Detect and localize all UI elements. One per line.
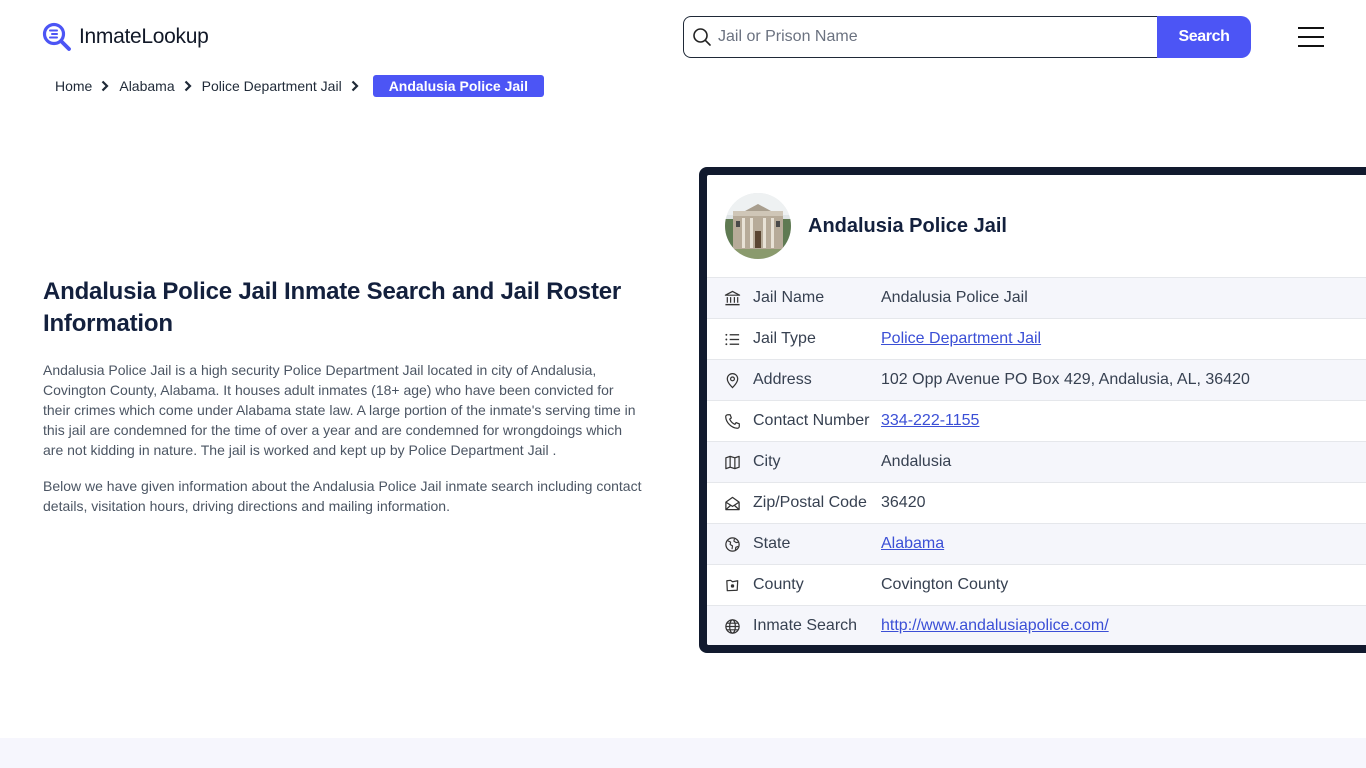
row-label: Contact Number xyxy=(753,412,870,429)
jail-info-card: Andalusia Police Jail Jail Name Andalusi… xyxy=(699,167,1366,653)
row-value: Andalusia Police Jail xyxy=(881,289,1028,306)
phone-link[interactable]: 334-222-1155 xyxy=(881,412,979,429)
info-row-city: City Andalusia xyxy=(707,441,1366,482)
search-form: Search xyxy=(683,16,1251,58)
card-header: Andalusia Police Jail xyxy=(707,175,1366,277)
building-image xyxy=(725,193,791,259)
row-label: Zip/Postal Code xyxy=(753,494,867,511)
chevron-right-icon xyxy=(102,80,109,92)
search-input[interactable] xyxy=(718,28,1138,46)
row-label: City xyxy=(753,453,781,470)
menu-bar xyxy=(1298,45,1324,47)
map-icon xyxy=(723,453,741,471)
row-label: Inmate Search xyxy=(753,617,858,634)
search-box xyxy=(683,16,1157,58)
logo-magnifier-icon xyxy=(42,22,71,51)
chevron-right-icon xyxy=(184,80,192,92)
row-value: 36420 xyxy=(881,494,926,511)
menu-bar xyxy=(1298,36,1324,38)
intro-section: Andalusia Police Jail Inmate Search and … xyxy=(43,276,643,516)
jail-type-link[interactable]: Police Department Jail xyxy=(881,330,1041,347)
row-value: 102 Opp Avenue PO Box 429, Andalusia, AL… xyxy=(881,371,1250,388)
inmate-search-link[interactable]: http://www.andalusiapolice.com/ xyxy=(881,617,1109,634)
info-row-inmate-search: Inmate Search http://www.andalusiapolice… xyxy=(707,605,1366,645)
list-icon xyxy=(723,330,741,348)
globe-region-icon xyxy=(723,535,741,553)
state-link[interactable]: Alabama xyxy=(881,535,944,552)
info-row-jail-name: Jail Name Andalusia Police Jail xyxy=(707,277,1366,318)
page-title: Andalusia Police Jail Inmate Search and … xyxy=(43,278,622,337)
hamburger-menu-icon[interactable] xyxy=(1298,27,1324,47)
breadcrumb-current: Andalusia Police Jail xyxy=(372,75,544,97)
logo-text: InmateLookup xyxy=(79,25,209,48)
card-title: Andalusia Police Jail xyxy=(808,214,1007,237)
globe-icon xyxy=(723,617,741,635)
site-header: InmateLookup Search xyxy=(0,0,1366,74)
footer-band xyxy=(0,738,1366,768)
description-paragraph: Andalusia Police Jail is a high security… xyxy=(43,362,636,458)
logo[interactable]: InmateLookup xyxy=(42,22,209,52)
menu-bar xyxy=(1298,27,1324,29)
row-value: Covington County xyxy=(881,576,1009,593)
county-map-icon xyxy=(723,576,741,594)
info-row-jail-type: Jail Type Police Department Jail xyxy=(707,318,1366,359)
row-label: Address xyxy=(753,371,812,388)
search-button[interactable]: Search xyxy=(1157,16,1251,58)
breadcrumb-police-department-jail[interactable]: Police Department Jail xyxy=(202,78,342,94)
info-row-address: Address 102 Opp Avenue PO Box 429, Andal… xyxy=(707,359,1366,400)
breadcrumb: Home Alabama Police Department Jail Anda… xyxy=(55,75,544,97)
info-row-county: County Covington County xyxy=(707,564,1366,605)
jail-photo xyxy=(725,193,791,259)
breadcrumb-alabama[interactable]: Alabama xyxy=(119,78,174,94)
row-label: Jail Name xyxy=(753,289,825,306)
breadcrumb-home[interactable]: Home xyxy=(55,78,92,94)
jail-info-card-body: Andalusia Police Jail Jail Name Andalusi… xyxy=(707,175,1366,645)
search-icon xyxy=(693,28,711,46)
building-columns-icon xyxy=(723,289,741,307)
row-label: County xyxy=(753,576,804,593)
row-value: Andalusia xyxy=(881,453,952,470)
map-pin-icon xyxy=(723,371,741,389)
description-paragraph: Below we have given information about th… xyxy=(43,478,642,514)
chevron-right-icon xyxy=(351,80,359,92)
info-row-state: State Alabama xyxy=(707,523,1366,564)
row-label: Jail Type xyxy=(753,330,816,347)
info-row-zip: Zip/Postal Code 36420 xyxy=(707,482,1366,523)
phone-icon xyxy=(723,412,741,430)
info-row-contact-number: Contact Number 334-222-1155 xyxy=(707,400,1366,441)
row-label: State xyxy=(753,535,791,552)
mail-open-icon xyxy=(723,494,741,512)
